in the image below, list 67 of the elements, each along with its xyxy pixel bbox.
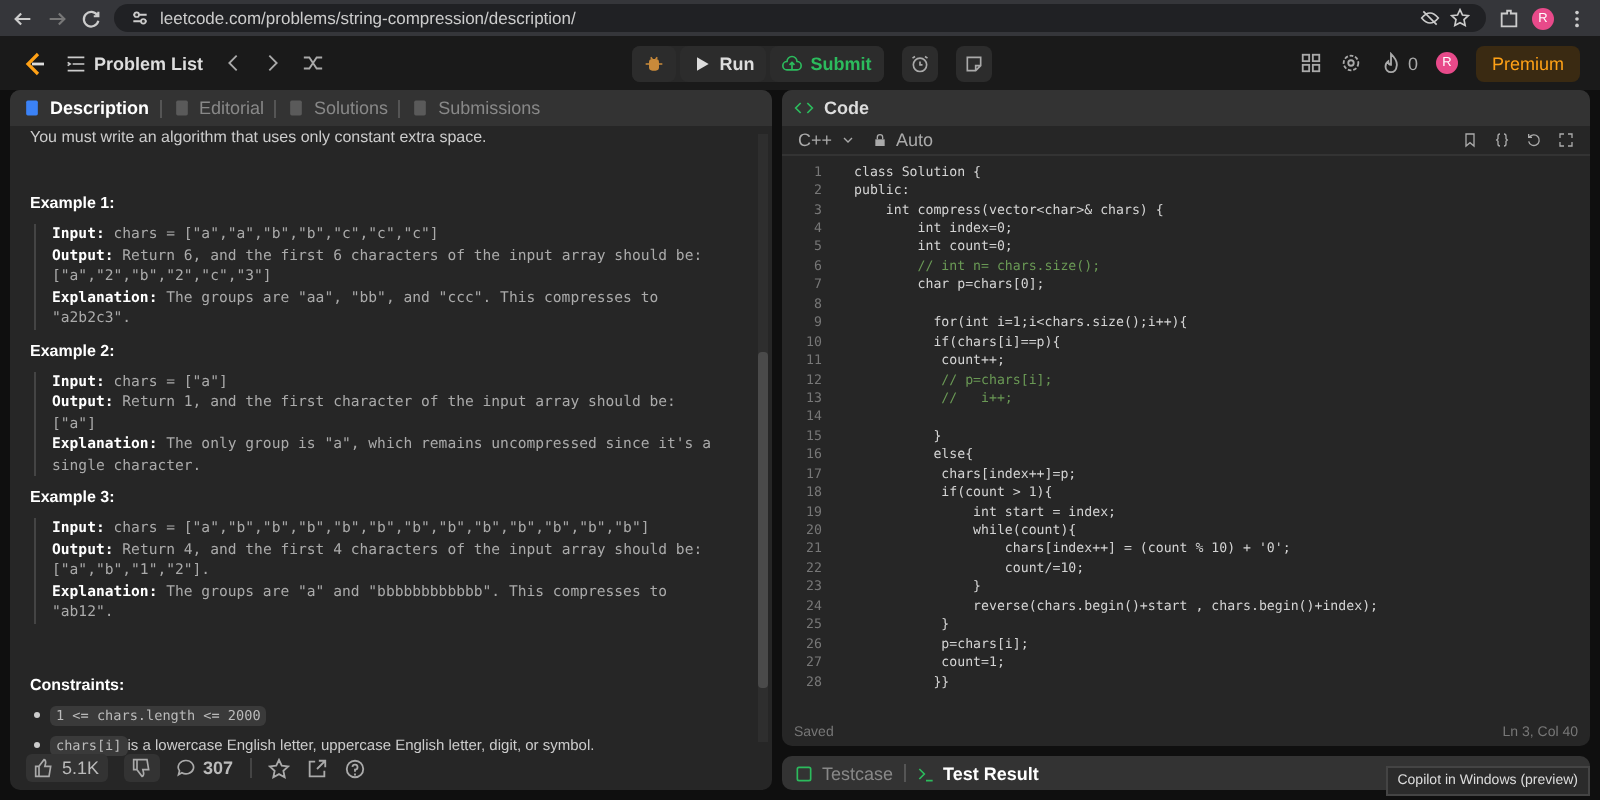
forward-arrow-icon[interactable]	[46, 7, 68, 29]
bug-icon	[643, 53, 664, 73]
alarm-clock-icon	[909, 53, 930, 73]
url-text: leetcode.com/problems/string-compression/description/	[160, 8, 576, 28]
bullet-dot	[34, 712, 40, 718]
checkbox-icon	[794, 763, 814, 783]
flame-icon[interactable]	[1379, 52, 1402, 74]
document-icon	[22, 98, 42, 118]
bullet-dot	[34, 742, 40, 748]
document-icon	[410, 98, 431, 118]
puzzle-piece-icon[interactable]	[1498, 7, 1520, 29]
terminal-icon	[915, 763, 936, 783]
scrollbar[interactable]	[758, 134, 768, 742]
auto-mode-button[interactable]: Auto	[872, 130, 934, 150]
speech-bubble-icon	[175, 758, 196, 778]
streak-count: 0	[1407, 53, 1418, 73]
panel-tab[interactable]: Test Result	[915, 763, 1039, 783]
thumbs-down-icon	[131, 758, 152, 778]
example-heading: Example 3:	[30, 488, 117, 506]
back-arrow-icon[interactable]	[12, 7, 34, 29]
submit-button[interactable]: Submit	[770, 45, 884, 81]
debug-button[interactable]	[631, 45, 676, 81]
reset-icon[interactable]	[1526, 132, 1542, 148]
panel-tab[interactable]: Solutions	[286, 98, 389, 118]
expand-icon[interactable]	[1558, 132, 1574, 148]
comments-button[interactable]: 307	[175, 758, 234, 778]
reload-icon[interactable]	[80, 7, 102, 29]
document-icon	[171, 98, 192, 118]
share-icon[interactable]	[305, 757, 328, 779]
language-dropdown[interactable]: C++	[798, 130, 857, 150]
play-icon	[691, 53, 712, 73]
braces-icon[interactable]	[1494, 132, 1510, 148]
help-icon[interactable]	[343, 757, 366, 779]
grid-icon[interactable]	[1299, 52, 1322, 74]
run-button[interactable]: Run	[679, 45, 767, 81]
shuffle-icon[interactable]	[301, 52, 324, 74]
example-heading: Example 1:	[30, 194, 117, 212]
caret-icon	[840, 132, 857, 148]
like-button[interactable]: 5.1K	[26, 754, 108, 782]
premium-button[interactable]: Premium	[1476, 45, 1581, 81]
eye-slash-icon[interactable]	[1420, 8, 1440, 28]
logo-icon[interactable]	[20, 49, 48, 77]
note-button[interactable]	[955, 45, 992, 81]
example-heading: Example 2:	[30, 341, 117, 359]
alarm-button[interactable]	[901, 45, 938, 81]
star-icon[interactable]	[267, 757, 290, 779]
document-icon	[286, 98, 307, 118]
panel-title: Code	[824, 98, 869, 118]
code-brackets-icon	[794, 98, 814, 118]
thumbs-up-icon	[34, 758, 54, 778]
site-settings-icon[interactable]	[130, 8, 150, 28]
description-text: You must write an algorithm that uses only constant extra space.	[30, 128, 489, 146]
panel-tab[interactable]: Testcase	[794, 763, 894, 783]
bookmark-icon[interactable]	[1462, 132, 1478, 148]
address-bar[interactable]: leetcode.com/problems/string-compression/description/	[114, 4, 1486, 32]
list-icon	[66, 53, 86, 73]
settings-icon[interactable]	[1339, 52, 1362, 74]
panel-tab[interactable]: Submissions	[410, 98, 541, 118]
star-icon[interactable]	[1450, 8, 1470, 28]
cloud-upload-icon	[782, 53, 803, 73]
panel-tab[interactable]: Editorial	[171, 98, 265, 118]
lock-icon	[872, 132, 889, 148]
constraints-heading: Constraints:	[30, 675, 127, 693]
note-icon	[963, 53, 984, 73]
problem-list-button[interactable]: Problem List	[66, 53, 204, 73]
panel-tab[interactable]: Description	[22, 98, 150, 118]
dislike-button[interactable]	[123, 754, 160, 782]
